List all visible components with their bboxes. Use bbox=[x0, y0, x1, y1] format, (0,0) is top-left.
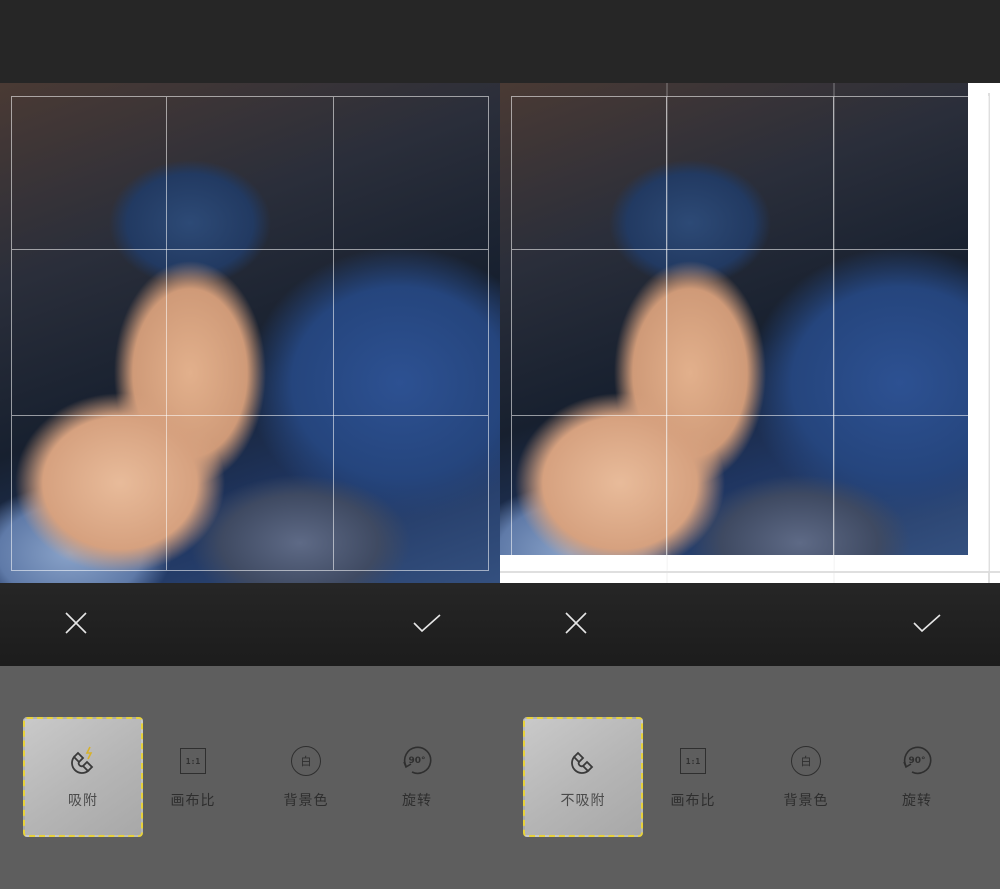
close-icon bbox=[565, 612, 587, 634]
tool-label: 不吸附 bbox=[560, 793, 606, 809]
confirm-button[interactable] bbox=[407, 603, 447, 643]
tool-label: 背景色 bbox=[283, 793, 329, 809]
rotate-badge: 90° bbox=[908, 756, 926, 766]
grid-line bbox=[666, 97, 667, 570]
grid-line bbox=[512, 249, 988, 250]
tool-label: 吸附 bbox=[68, 793, 98, 809]
rotate-icon: 90° bbox=[900, 744, 934, 778]
ratio-badge: 1:1 bbox=[180, 748, 206, 774]
tool-background-color[interactable]: 白 背景色 bbox=[746, 717, 866, 837]
grid-line bbox=[833, 97, 834, 570]
crop-grid[interactable] bbox=[511, 96, 989, 571]
tool-label: 画布比 bbox=[170, 793, 216, 809]
tool-snap[interactable]: 吸附 bbox=[23, 717, 143, 837]
bg-color-badge: 白 bbox=[291, 746, 321, 776]
magnet-icon bbox=[66, 744, 100, 778]
grid-line bbox=[333, 97, 334, 570]
grid-line bbox=[512, 415, 988, 416]
confirm-button[interactable] bbox=[907, 603, 947, 643]
grid-line bbox=[166, 97, 167, 570]
action-bar bbox=[500, 583, 1000, 666]
tool-background-color[interactable]: 白 背景色 bbox=[246, 717, 366, 837]
ratio-badge: 1:1 bbox=[680, 748, 706, 774]
cancel-button[interactable] bbox=[556, 603, 596, 643]
tool-no-snap[interactable]: 不吸附 bbox=[523, 717, 643, 837]
tool-canvas-ratio[interactable]: 1:1 画布比 bbox=[133, 717, 253, 837]
editor-panel-left: 吸附 1:1 画布比 白 背景色 90° 旋转 bbox=[0, 0, 500, 889]
tool-canvas-ratio[interactable]: 1:1 画布比 bbox=[633, 717, 753, 837]
ratio-icon: 1:1 bbox=[676, 744, 710, 778]
tool-label: 背景色 bbox=[783, 793, 829, 809]
tool-rotate[interactable]: 90° 旋转 bbox=[357, 717, 477, 837]
grid-line bbox=[12, 415, 488, 416]
grid-line bbox=[12, 249, 488, 250]
crop-canvas[interactable] bbox=[500, 83, 1000, 583]
tool-bar: 吸附 1:1 画布比 白 背景色 90° 旋转 bbox=[0, 666, 500, 889]
background-color-icon: 白 bbox=[289, 744, 323, 778]
editor-panel-right: 不吸附 1:1 画布比 白 背景色 90° 旋转 bbox=[500, 0, 1000, 889]
crop-grid[interactable] bbox=[11, 96, 489, 571]
rotate-icon: 90° bbox=[400, 744, 434, 778]
tool-rotate[interactable]: 90° 旋转 bbox=[857, 717, 977, 837]
tool-bar: 不吸附 1:1 画布比 白 背景色 90° 旋转 bbox=[500, 666, 1000, 889]
ratio-icon: 1:1 bbox=[176, 744, 210, 778]
background-color-icon: 白 bbox=[789, 744, 823, 778]
cancel-button[interactable] bbox=[56, 603, 96, 643]
rotate-badge: 90° bbox=[408, 756, 426, 766]
check-icon bbox=[913, 614, 941, 633]
magnet-off-icon bbox=[566, 744, 600, 778]
canvas-guide bbox=[500, 571, 1000, 573]
crop-canvas[interactable] bbox=[0, 83, 500, 583]
tool-label: 画布比 bbox=[670, 793, 716, 809]
check-icon bbox=[413, 614, 441, 633]
action-bar bbox=[0, 583, 500, 666]
tool-label: 旋转 bbox=[402, 793, 432, 809]
close-icon bbox=[65, 612, 87, 634]
bg-color-badge: 白 bbox=[791, 746, 821, 776]
tool-label: 旋转 bbox=[902, 793, 932, 809]
